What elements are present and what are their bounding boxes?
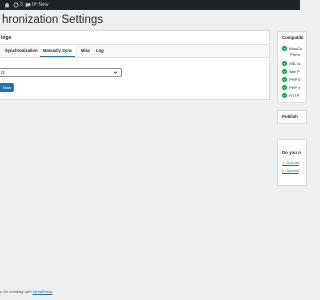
home-icon <box>4 2 10 8</box>
sync-target-select[interactable]: t2 <box>0 68 122 77</box>
settings-tabs: Synchronization Manually Sync Misc Log <box>0 44 269 58</box>
panel-heading: ings <box>1 35 12 41</box>
settings-panel: ings Synchronization Manually Sync Misc … <box>0 30 270 100</box>
compat-item-label: Site P <box>289 68 300 74</box>
compat-item: WooCo <box>282 45 302 51</box>
comments-icon <box>25 2 31 8</box>
compat-item-label: PHP c <box>289 84 301 90</box>
tab-misc[interactable]: Misc <box>81 45 90 57</box>
tab-synchronization[interactable]: Synchronization <box>5 45 38 57</box>
compat-item-label: PHP E <box>289 76 301 82</box>
compat-item-label: SSL is <box>289 60 301 66</box>
check-icon <box>282 68 287 74</box>
new-label: New <box>38 2 49 8</box>
check-icon <box>282 45 287 51</box>
footer-text: u for creating with <box>0 289 33 294</box>
admin-footer: u for creating with WordPress. <box>0 289 54 294</box>
compat-item: PHP E <box>282 76 301 82</box>
support-link-docs[interactable]: 1. Docum <box>282 160 299 165</box>
wordpress-link[interactable]: WordPress <box>33 289 53 294</box>
check-icon <box>282 76 287 82</box>
support-link-submit[interactable]: 2. Submit <box>282 168 299 173</box>
compatibility-box: Compatibi WooCo "Perm SSL is Site P PHP … <box>277 31 307 103</box>
compat-item: SSL is <box>282 60 300 66</box>
updates-icon <box>13 2 19 8</box>
compatibility-title: Compatibi <box>282 35 304 40</box>
footer-suffix: . <box>52 289 54 294</box>
compat-item-label: HTTP <box>289 92 300 98</box>
chevron-down-icon <box>113 70 118 77</box>
new-content-menu[interactable]: + New <box>34 0 49 10</box>
site-name-menu[interactable] <box>4 0 10 10</box>
compat-item: Site P <box>282 68 300 74</box>
compat-item-label: WooCo <box>289 45 303 51</box>
admin-bar: 3 0 + New <box>0 0 300 10</box>
select-value: t2 <box>1 70 5 75</box>
compat-item-sub: "Perm <box>289 52 300 57</box>
check-icon <box>282 60 287 66</box>
updates-count: 3 <box>20 2 23 8</box>
support-box: Do you n 1. Docum 2. Submit <box>277 139 307 186</box>
updates-menu[interactable]: 3 <box>13 0 23 10</box>
page-title: hronization Settings <box>2 14 104 26</box>
compat-item: HTTP <box>282 92 299 98</box>
tab-manually-sync[interactable]: Manually Sync <box>40 45 76 57</box>
plus-icon: + <box>34 2 38 8</box>
check-icon <box>282 84 287 90</box>
sync-now-button[interactable]: Now <box>0 83 14 92</box>
publish-box: Publish <box>277 110 307 124</box>
check-icon <box>282 92 287 98</box>
compat-item: PHP c <box>282 84 300 90</box>
support-title: Do you n <box>282 150 301 155</box>
tab-log[interactable]: Log <box>96 45 104 57</box>
publish-title: Publish <box>282 114 298 119</box>
